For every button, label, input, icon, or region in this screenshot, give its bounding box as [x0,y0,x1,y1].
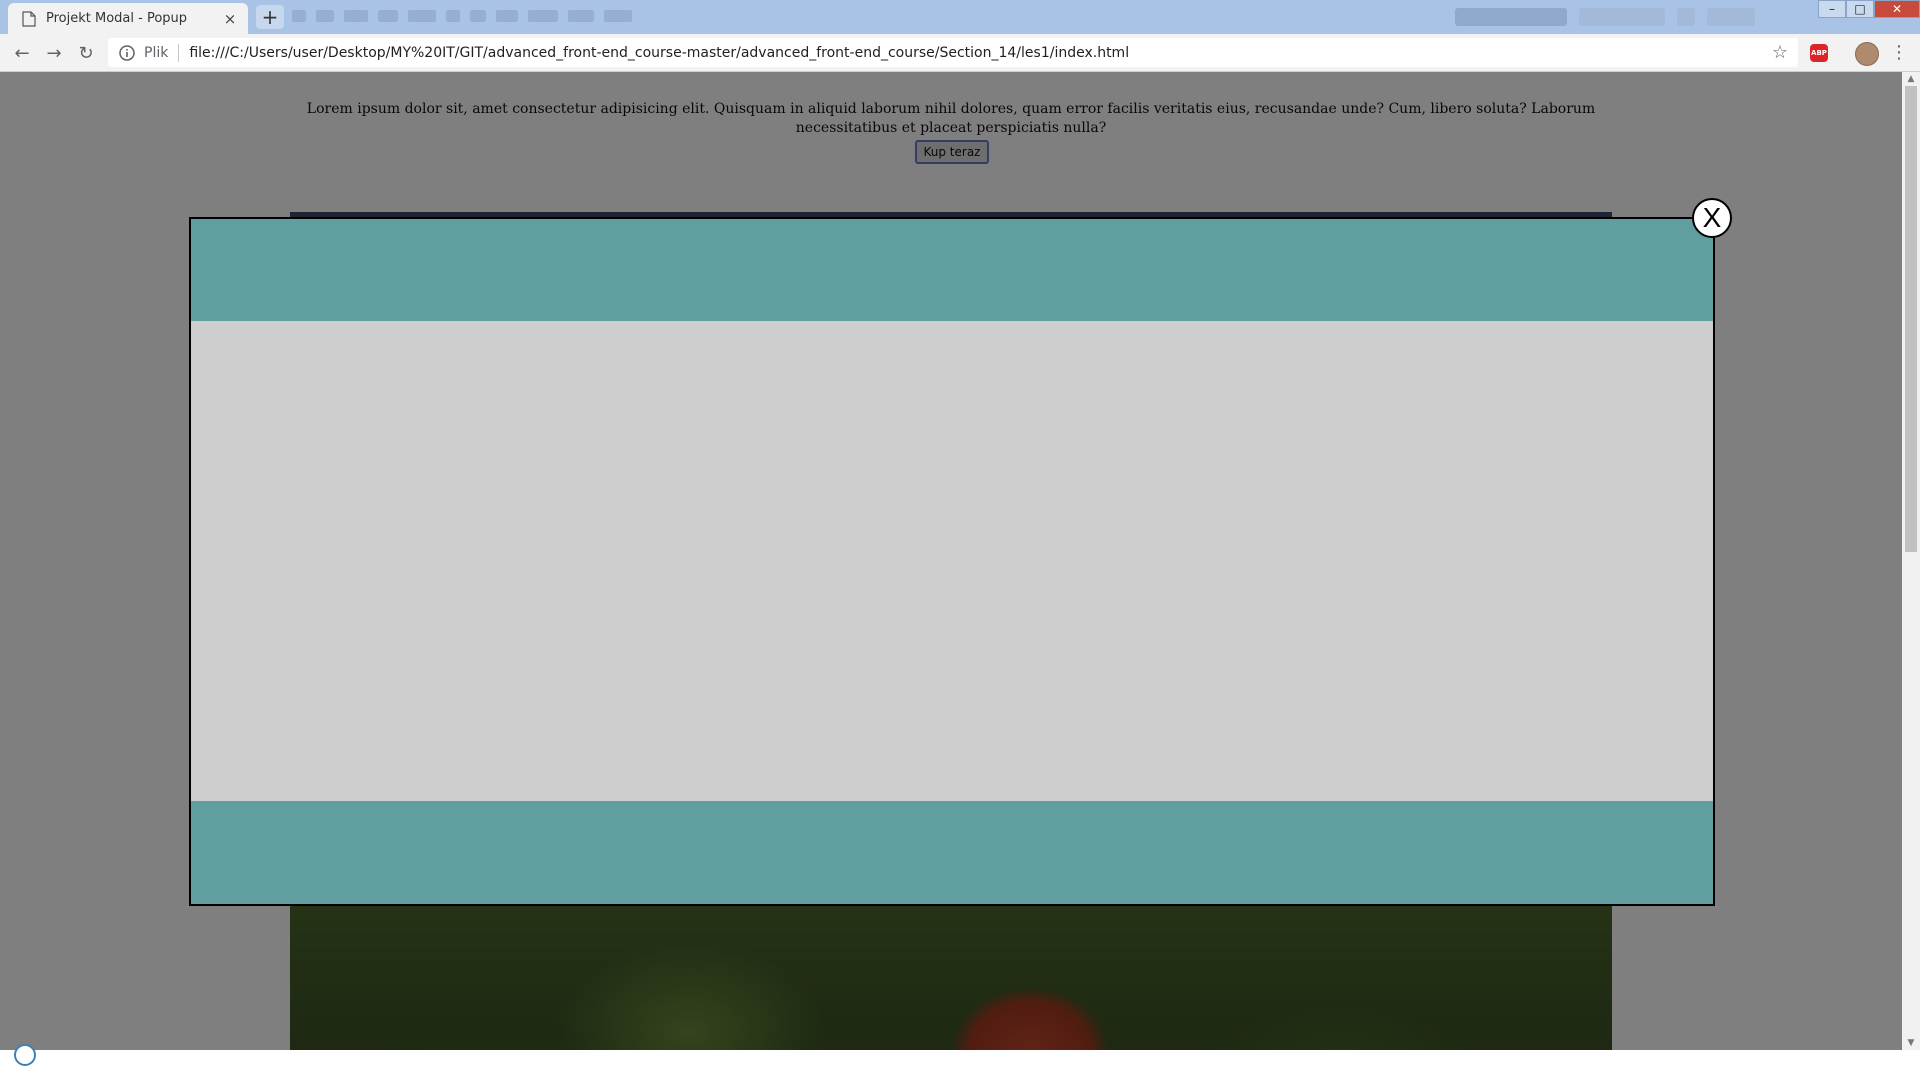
reload-icon[interactable]: ↻ [74,42,98,64]
profile-avatar[interactable] [1855,42,1879,66]
vertical-scrollbar[interactable]: ▲ ▼ [1902,72,1920,1050]
modal-close-button[interactable]: X [1692,198,1732,238]
page-icon [22,10,36,27]
modal-window [189,217,1715,906]
maximize-button[interactable]: □ [1846,0,1874,18]
minimize-button[interactable]: – [1818,0,1846,18]
info-icon[interactable] [118,44,136,62]
modal-header [191,219,1713,321]
scroll-thumb[interactable] [1905,86,1917,552]
address-bar: ← → ↻ Plik file:///C:/Users/user/Desktop… [0,34,1920,72]
omnibox[interactable]: Plik file:///C:/Users/user/Desktop/MY%20… [108,38,1798,67]
url-text[interactable]: file:///C:/Users/user/Desktop/MY%20IT/GI… [189,45,1129,61]
browser-tab[interactable]: Projekt Modal - Popup × [8,3,248,34]
window-controls: – □ ✕ [1818,0,1920,18]
tab-title: Projekt Modal - Popup [46,11,188,26]
menu-icon[interactable]: ⋮ [1890,42,1908,64]
forward-icon[interactable]: → [42,42,66,64]
omnibox-separator [178,43,180,62]
star-icon[interactable]: ☆ [1772,42,1788,63]
background-app-controls [1455,8,1755,26]
modal-footer [191,801,1713,904]
new-tab-button[interactable]: + [256,5,284,29]
url-scheme-label: Plik [144,44,169,61]
tab-close-icon[interactable]: × [222,10,238,28]
title-bar: Projekt Modal - Popup × + – □ ✕ [0,0,1920,34]
close-window-button[interactable]: ✕ [1874,0,1920,18]
back-icon[interactable]: ← [10,42,34,64]
corner-widget-icon[interactable] [14,1044,36,1066]
adblock-icon[interactable]: ABP [1810,44,1828,62]
page-viewport: Lorem ipsum dolor sit, amet consectetur … [0,72,1902,1050]
scroll-down-arrow-icon[interactable]: ▼ [1902,1036,1920,1050]
scroll-up-arrow-icon[interactable]: ▲ [1902,72,1920,86]
background-app-toolbar [292,10,632,24]
modal-body [191,321,1713,801]
